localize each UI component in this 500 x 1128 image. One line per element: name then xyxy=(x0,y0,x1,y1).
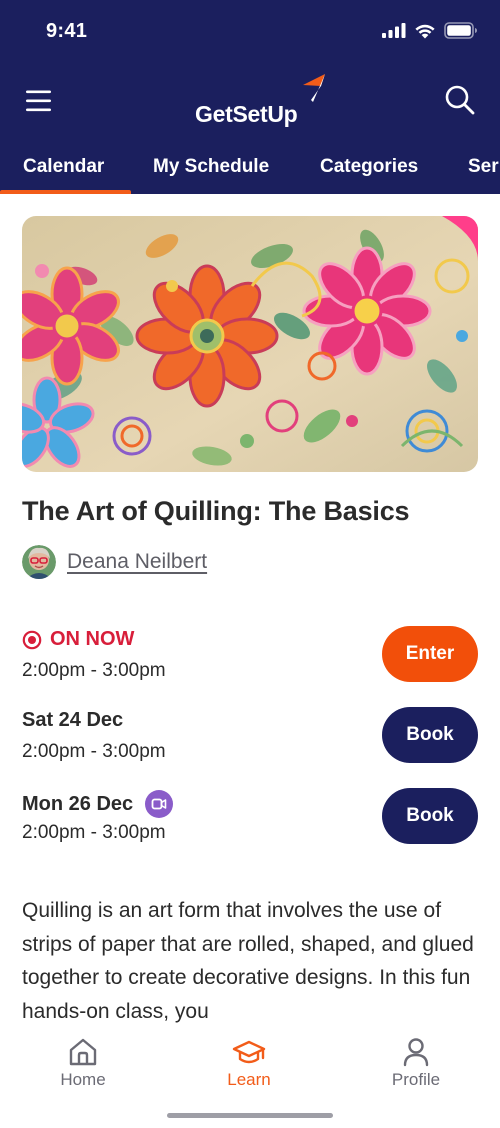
graduation-cap-icon xyxy=(232,1040,266,1064)
getsetup-logo: GetSetUp xyxy=(195,72,325,128)
instructor: Deana Neilbert xyxy=(22,545,207,579)
class-description: Quilling is an art form that involves th… xyxy=(22,899,474,1023)
class-hero-image xyxy=(22,216,478,472)
status-bar: 9:41 xyxy=(0,0,500,62)
session-time: 2:00pm - 3:00pm xyxy=(22,741,166,762)
instructor-avatar[interactable] xyxy=(22,545,56,579)
session-label-text: Mon 26 Dec xyxy=(22,792,134,815)
book-button[interactable]: Book xyxy=(382,788,478,844)
tab-series[interactable]: Ser xyxy=(468,156,499,178)
app-header: 9:41 GetSetUp Calendar My Schedule Categ… xyxy=(0,0,500,194)
video-camera-icon xyxy=(145,790,174,818)
session-row: Mon 26 Dec 2:00pm - 3:00pm Book xyxy=(22,788,478,850)
instructor-name-link[interactable]: Deana Neilbert xyxy=(67,550,207,574)
nav-profile-label: Profile xyxy=(391,1070,441,1089)
nav-home-label: Home xyxy=(60,1070,106,1089)
hamburger-icon xyxy=(26,90,51,112)
nav-profile[interactable]: Profile xyxy=(361,1036,471,1090)
status-icons xyxy=(382,22,478,39)
tab-categories[interactable]: Categories xyxy=(320,156,418,178)
nav-home[interactable]: Home xyxy=(28,1036,138,1090)
category-tabs: Calendar My Schedule Categories Ser xyxy=(0,142,500,194)
tab-calendar[interactable]: Calendar xyxy=(23,156,104,178)
wifi-icon xyxy=(415,24,435,38)
on-now-label: ON NOW xyxy=(22,628,134,651)
quilling-artwork-image xyxy=(22,216,478,472)
person-icon xyxy=(403,1038,429,1067)
status-time: 9:41 xyxy=(46,20,88,42)
active-tab-indicator xyxy=(0,190,131,194)
session-time: 2:00pm - 3:00pm xyxy=(22,822,166,843)
battery-icon xyxy=(444,22,477,39)
home-indicator xyxy=(167,1113,333,1118)
session-time: 2:00pm - 3:00pm xyxy=(22,660,166,681)
hamburger-menu-button[interactable] xyxy=(24,88,54,114)
nav-learn-label: Learn xyxy=(227,1070,271,1089)
session-label-text: Sat 24 Dec xyxy=(22,709,124,731)
session-date: Sat 24 Dec xyxy=(22,709,123,732)
live-indicator-icon xyxy=(22,630,42,649)
session-row: ON NOW 2:00pm - 3:00pm Enter xyxy=(22,626,478,688)
search-icon xyxy=(445,85,475,115)
session-date: Mon 26 Dec xyxy=(22,790,174,818)
class-title: The Art of Quilling: The Basics xyxy=(22,496,410,526)
session-label-text: ON NOW xyxy=(50,628,135,650)
enter-button[interactable]: Enter xyxy=(382,626,478,682)
logo-text: GetSetUp xyxy=(195,101,298,127)
search-button[interactable] xyxy=(444,84,476,116)
signal-icon xyxy=(382,23,406,38)
logo-mark-icon xyxy=(303,74,325,102)
session-row: Sat 24 Dec 2:00pm - 3:00pm Book xyxy=(22,707,478,769)
top-bar: GetSetUp xyxy=(0,62,500,142)
tab-my-schedule[interactable]: My Schedule xyxy=(153,156,269,178)
nav-learn[interactable]: Learn xyxy=(194,1036,304,1090)
book-button[interactable]: Book xyxy=(382,707,478,763)
home-icon xyxy=(69,1038,97,1066)
avatar-image xyxy=(22,545,56,579)
